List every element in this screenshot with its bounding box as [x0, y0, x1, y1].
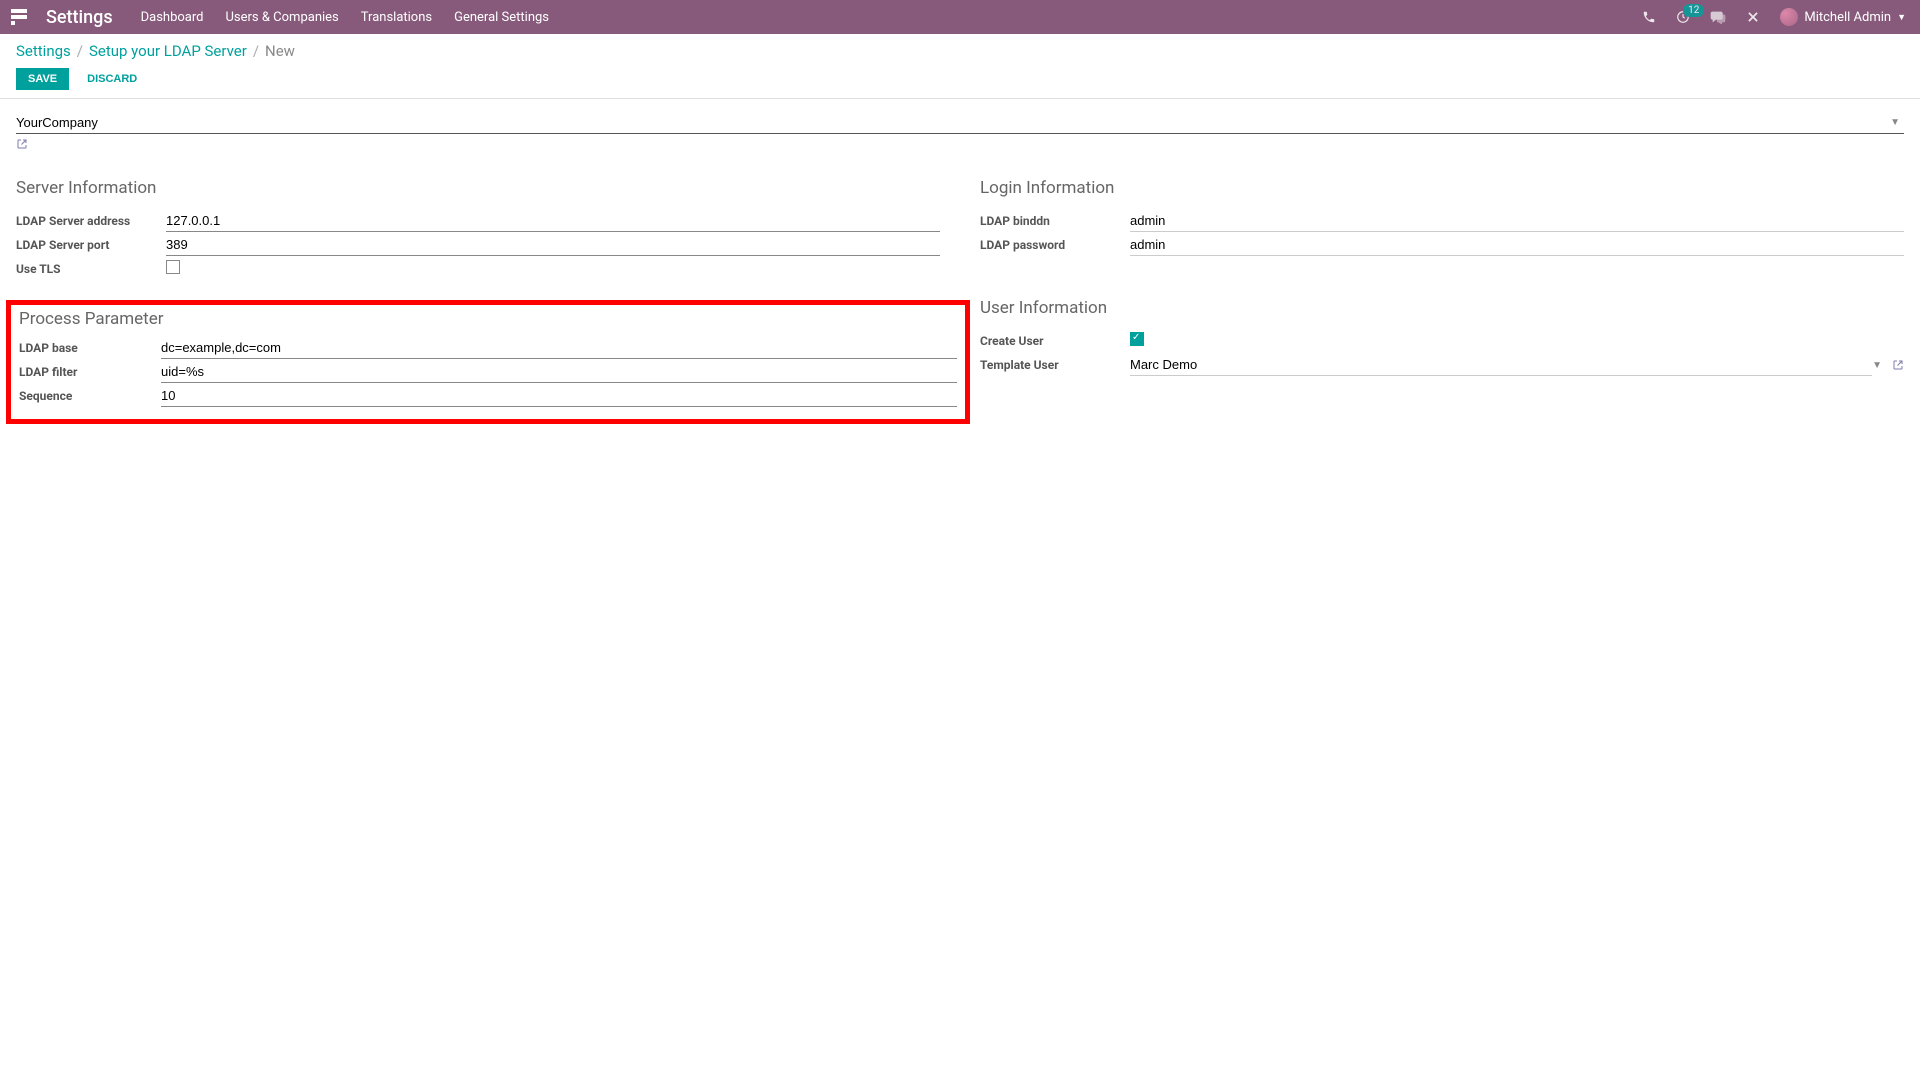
user-info-heading: User Information [980, 298, 1904, 318]
breadcrumb-current: New [265, 42, 295, 60]
process-heading: Process Parameter [19, 309, 957, 329]
apps-icon[interactable] [10, 8, 28, 26]
ldap-filter-input[interactable] [161, 361, 957, 383]
ldap-binddn-label: LDAP binddn [980, 214, 1130, 228]
login-info-heading: Login Information [980, 178, 1904, 198]
process-parameter-highlight: Process Parameter LDAP base LDAP filter … [6, 300, 970, 424]
sequence-input[interactable] [161, 385, 957, 407]
activity-icon[interactable]: 12 [1676, 10, 1690, 24]
menu-dashboard[interactable]: Dashboard [141, 10, 204, 25]
caret-down-icon: ▼ [1897, 12, 1906, 23]
template-user-input[interactable] [1130, 354, 1872, 376]
breadcrumb: Settings / Setup your LDAP Server / New [16, 42, 1904, 60]
ldap-filter-label: LDAP filter [19, 365, 161, 379]
ldap-address-label: LDAP Server address [16, 214, 166, 228]
systray: 12 Mitchell Admin ▼ [1642, 8, 1906, 26]
close-icon[interactable] [1746, 10, 1760, 24]
chevron-down-icon: ▼ [1872, 360, 1882, 371]
use-tls-label: Use TLS [16, 262, 166, 276]
messages-icon[interactable] [1710, 10, 1726, 24]
top-nav: Settings Dashboard Users & Companies Tra… [0, 0, 1920, 34]
ldap-password-input[interactable] [1130, 234, 1904, 256]
right-column: Login Information LDAP binddn LDAP passw… [980, 178, 1904, 424]
use-tls-checkbox[interactable] [166, 260, 180, 274]
menu-users-companies[interactable]: Users & Companies [225, 10, 338, 25]
form-sheet: ▼ Server Information LDAP Server address… [0, 99, 1920, 436]
activity-count-badge: 12 [1683, 4, 1704, 17]
menu-translations[interactable]: Translations [361, 10, 432, 25]
user-menu[interactable]: Mitchell Admin ▼ [1780, 8, 1906, 26]
save-button[interactable]: SAVE [16, 68, 69, 90]
sequence-label: Sequence [19, 389, 161, 403]
server-info-heading: Server Information [16, 178, 940, 198]
menu-general-settings[interactable]: General Settings [454, 10, 549, 25]
breadcrumb-root[interactable]: Settings [16, 42, 71, 60]
action-bar: SAVE DISCARD [16, 68, 1904, 90]
phone-icon[interactable] [1642, 10, 1656, 24]
create-user-label: Create User [980, 334, 1130, 348]
company-field[interactable]: ▼ [16, 111, 1904, 134]
create-user-checkbox[interactable] [1130, 332, 1144, 346]
external-link-icon[interactable] [16, 138, 28, 150]
company-input[interactable] [16, 115, 1904, 130]
ldap-port-label: LDAP Server port [16, 238, 166, 252]
ldap-binddn-input[interactable] [1130, 210, 1904, 232]
ldap-password-label: LDAP password [980, 238, 1130, 252]
control-panel: Settings / Setup your LDAP Server / New … [0, 34, 1920, 99]
user-name: Mitchell Admin [1804, 10, 1891, 25]
app-brand[interactable]: Settings [46, 7, 113, 28]
left-column: Server Information LDAP Server address L… [16, 178, 940, 424]
external-link-icon[interactable] [1892, 359, 1904, 371]
avatar-icon [1780, 8, 1798, 26]
ldap-base-label: LDAP base [19, 341, 161, 355]
ldap-base-input[interactable] [161, 337, 957, 359]
main-menu: Dashboard Users & Companies Translations… [141, 10, 549, 25]
ldap-port-input[interactable] [166, 234, 940, 256]
ldap-address-input[interactable] [166, 210, 940, 232]
breadcrumb-parent[interactable]: Setup your LDAP Server [89, 42, 247, 60]
discard-button[interactable]: DISCARD [79, 68, 145, 90]
template-user-label: Template User [980, 358, 1130, 372]
